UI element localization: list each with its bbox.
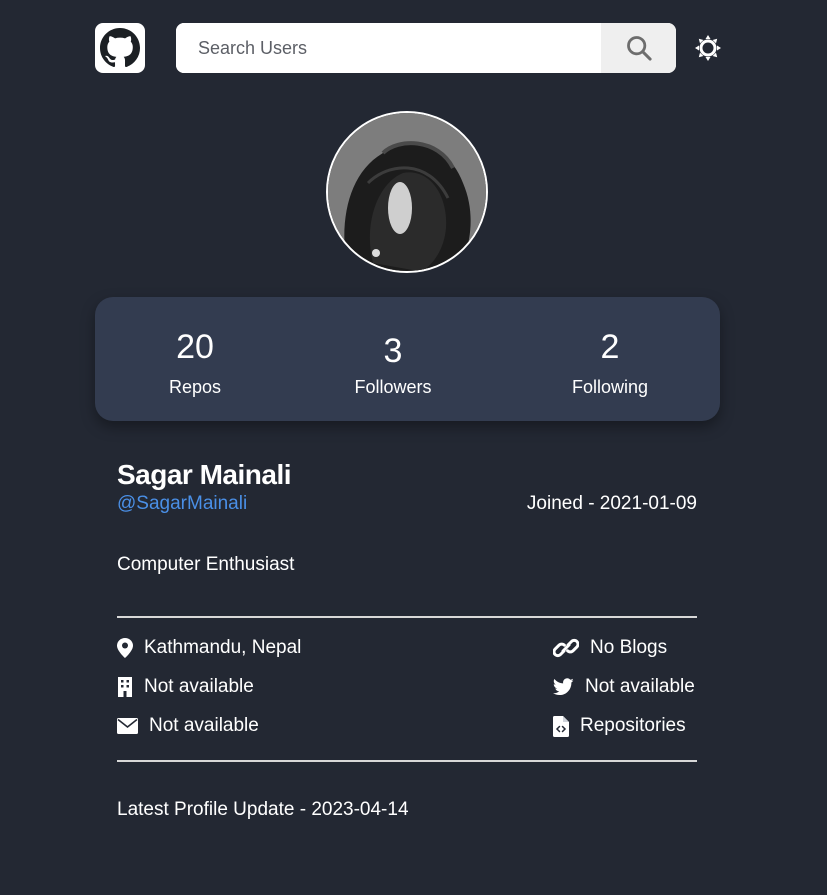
search-button[interactable] (601, 23, 676, 73)
profile-handle-link[interactable]: @SagarMainali (117, 493, 247, 515)
search-input[interactable] (176, 23, 601, 73)
theme-toggle-button[interactable] (695, 35, 721, 61)
code-file-icon (553, 715, 569, 737)
info-text: No Blogs (590, 637, 668, 658)
link-icon (553, 638, 579, 658)
last-profile-update: Latest Profile Update - 2023-04-14 (117, 799, 409, 820)
envelope-icon (117, 718, 138, 734)
profile-bio: Computer Enthusiast (117, 554, 295, 575)
info-blog[interactable]: No Blogs (553, 637, 667, 659)
info-text: Repositories (580, 715, 686, 736)
profile-name: Sagar Mainali (117, 459, 292, 490)
avatar (326, 111, 488, 273)
info-email: Not available (117, 715, 259, 737)
stat-repos[interactable]: 20 Repos (95, 297, 295, 421)
search-icon (626, 36, 652, 61)
stat-label: Followers (354, 377, 432, 397)
stat-value: 20 (176, 328, 214, 366)
info-text: Not available (149, 715, 259, 736)
sun-icon (695, 35, 721, 61)
info-text: Kathmandu, Nepal (144, 637, 302, 658)
stat-value: 2 (600, 328, 620, 366)
info-text: Not available (585, 676, 695, 697)
info-company: Not available (117, 676, 254, 698)
top-bar (95, 23, 735, 73)
github-logo[interactable] (95, 23, 145, 73)
stat-followers[interactable]: 3 Followers (293, 297, 493, 421)
info-twitter[interactable]: Not available (553, 676, 695, 698)
search-box (176, 23, 676, 73)
stat-following[interactable]: 2 Following (510, 297, 710, 421)
divider (117, 616, 697, 618)
divider (117, 760, 697, 762)
stat-label: Following (571, 377, 649, 397)
joined-date: Joined - 2021-01-09 (526, 493, 697, 514)
location-pin-icon (117, 638, 133, 658)
twitter-icon (553, 678, 574, 696)
stat-value: 3 (383, 332, 403, 370)
avatar-photo (328, 113, 486, 271)
stat-label: Repos (168, 377, 222, 397)
info-text: Not available (144, 676, 254, 697)
info-location: Kathmandu, Nepal (117, 637, 301, 659)
stats-card: 20 Repos 3 Followers 2 Following (95, 297, 720, 421)
building-icon (118, 677, 132, 697)
info-repositories[interactable]: Repositories (553, 715, 686, 737)
github-icon (100, 28, 140, 68)
